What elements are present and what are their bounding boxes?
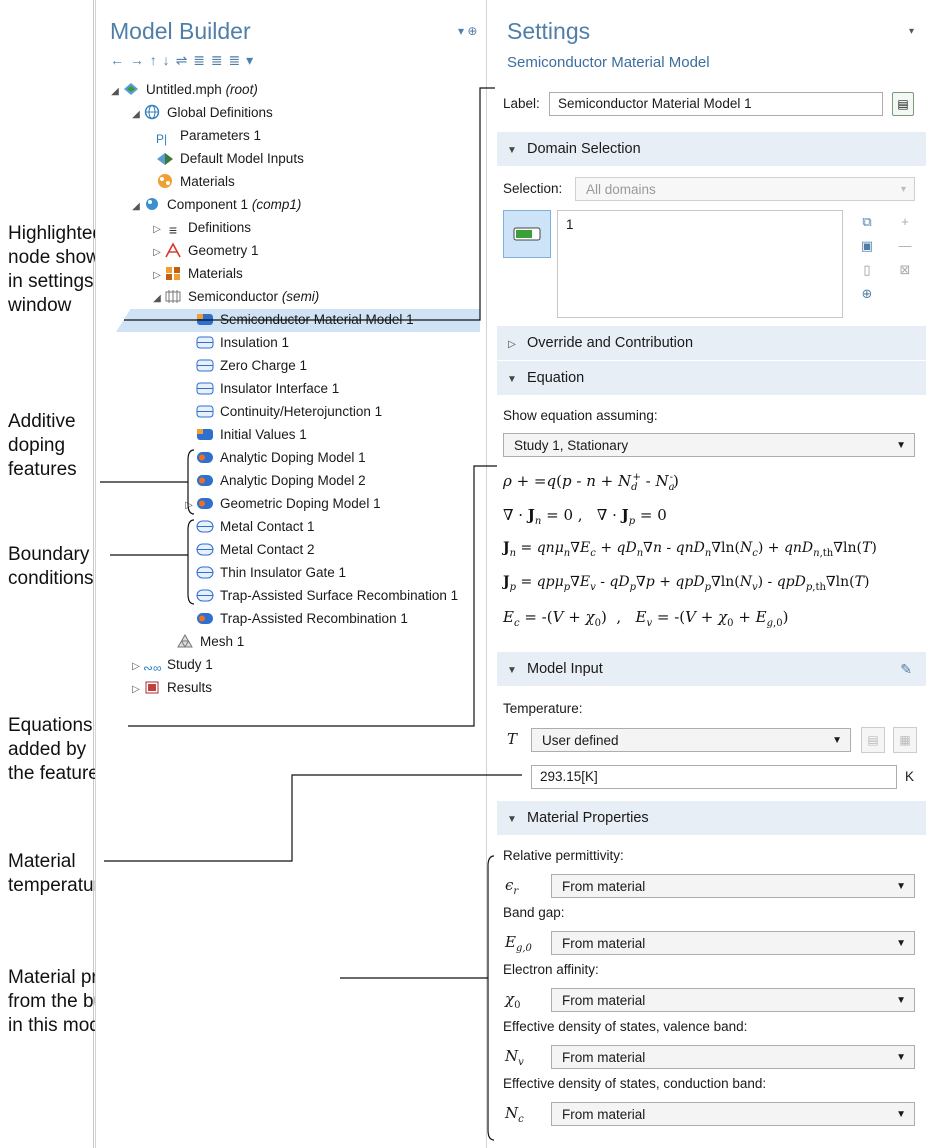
properties-brace [487,855,495,1141]
boundary-brace [187,519,195,605]
doping-brace [187,449,195,515]
callout-equations-line [128,465,497,727]
callout-highlighted-line [124,87,495,321]
callout-lines [100,87,522,1141]
callout-temperature-line [104,774,522,862]
